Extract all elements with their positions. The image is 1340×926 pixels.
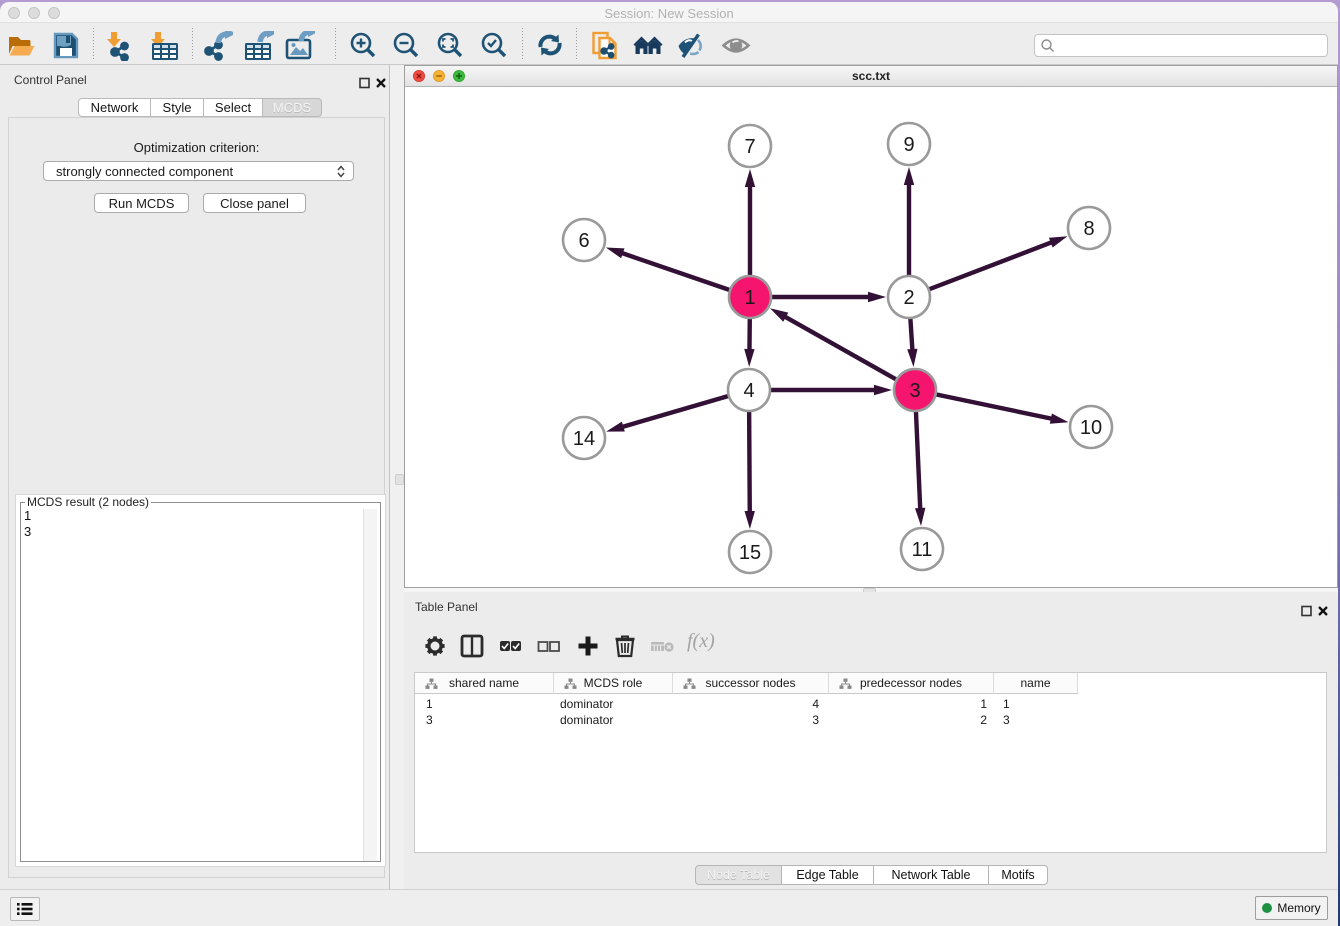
svg-text:6: 6 — [578, 230, 589, 252]
svg-text:3: 3 — [909, 380, 920, 402]
svg-text:2: 2 — [903, 287, 914, 309]
svg-text:9: 9 — [903, 134, 914, 156]
svg-text:11: 11 — [912, 539, 933, 561]
svg-text:10: 10 — [1080, 417, 1102, 439]
svg-text:15: 15 — [739, 542, 761, 564]
svg-text:4: 4 — [743, 380, 754, 402]
svg-text:14: 14 — [573, 428, 595, 450]
svg-text:7: 7 — [744, 136, 755, 158]
svg-text:1: 1 — [744, 287, 755, 309]
svg-text:8: 8 — [1083, 218, 1094, 240]
